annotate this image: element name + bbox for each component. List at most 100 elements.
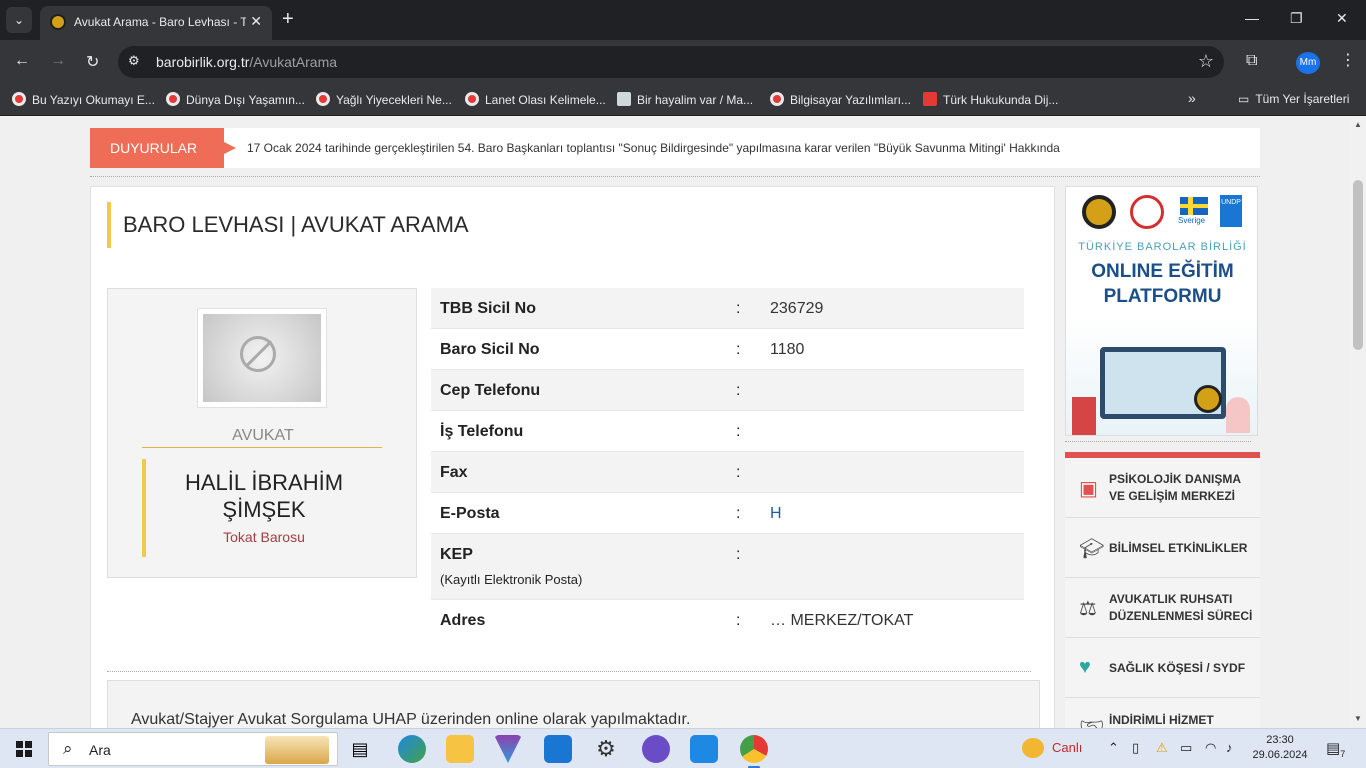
site-info-icon[interactable]: ⚙ xyxy=(128,53,140,69)
row-label: İş Telefonu xyxy=(440,423,524,440)
bookmark-star-icon[interactable]: ☆ xyxy=(1198,51,1214,72)
meet-icon[interactable]: ▯ xyxy=(1132,740,1139,756)
row-colon: : xyxy=(736,382,741,399)
role-label: AVUKAT xyxy=(232,427,294,444)
search-icon: ⌕ xyxy=(63,739,73,758)
task-view-icon[interactable]: ▤ xyxy=(346,735,374,763)
mail-icon[interactable] xyxy=(544,735,572,763)
online-education-banner[interactable]: Sverige UNDP TÜRKİYE BAROLAR BİRLİĞİ ONL… xyxy=(1065,186,1258,436)
row-sublabel: (Kayıtlı Elektronik Posta) xyxy=(440,572,583,587)
bookmark-item[interactable]: Dünya Dışı Yaşamın... xyxy=(166,92,305,107)
scrollbar-thumb[interactable] xyxy=(1353,180,1363,350)
side-menu-label: BİLİMSEL ETKİNLİKLER xyxy=(1109,540,1248,555)
messenger-icon[interactable] xyxy=(642,735,670,763)
scales-icon: ⚖ xyxy=(1079,598,1097,620)
tab-close-icon[interactable]: ✕ xyxy=(250,13,262,30)
bookmark-item[interactable]: Türk Hukukunda Dij... xyxy=(923,92,1058,107)
side-menu-item-scientific-events[interactable]: 🎓︎ BİLİMSEL ETKİNLİKLER xyxy=(1065,518,1260,578)
announcement-label: DUYURULAR xyxy=(90,128,236,168)
row-colon: : xyxy=(736,464,741,481)
wifi-icon[interactable]: ◠ xyxy=(1205,740,1216,756)
handshake-icon: 🤝︎ xyxy=(1079,716,1104,728)
books-icon xyxy=(1072,397,1096,435)
bookmark-item[interactable]: Bilgisayar Yazılımları... xyxy=(770,92,911,107)
banner-title: ONLINE EĞİTİM PLATFORMU xyxy=(1091,261,1234,307)
banner-illustration xyxy=(1066,317,1257,435)
lawyer-name: HALİL İBRAHİM ŞİMŞEK xyxy=(184,470,344,522)
bookmark-favicon-icon xyxy=(617,92,631,106)
reload-button[interactable]: ↻ xyxy=(86,52,99,72)
back-button[interactable]: ← xyxy=(14,52,30,70)
scroll-up-icon[interactable]: ▲ xyxy=(1354,120,1362,129)
vscode-icon[interactable] xyxy=(690,735,718,763)
weather-text[interactable]: Canlı xyxy=(1052,740,1082,755)
chrome-icon[interactable] xyxy=(740,735,768,768)
email-link[interactable]: H xyxy=(770,505,782,523)
url-text[interactable]: barobirlik.org.tr/AvukatArama xyxy=(156,54,337,70)
side-menu-label: AVUKATLIK RUHSATI DÜZENLENMESİ SÜRECİ xyxy=(1109,592,1253,623)
side-menu-item-psychology[interactable]: ▣ PSİKOLOJİK DANIŞMA VE GELİŞİM MERKEZİ xyxy=(1065,458,1260,518)
taskbar-search[interactable]: ⌕ Ara xyxy=(48,732,338,766)
info-table: TBB Sicil No : 236729 Baro Sicil No : 11… xyxy=(431,288,1024,641)
app-icon[interactable] xyxy=(494,735,522,763)
row-colon: : xyxy=(736,546,741,563)
heart-pulse-icon: ♥ xyxy=(1079,656,1091,678)
volume-icon[interactable]: ♪ xyxy=(1226,740,1233,755)
side-menu-item-discount[interactable]: 🤝︎ İNDİRİMLİ HİZMET xyxy=(1065,698,1260,728)
table-row: Baro Sicil No : 1180 xyxy=(431,329,1024,370)
notification-icon[interactable]: ▤7 xyxy=(1326,739,1345,759)
profile-avatar[interactable]: Mm xyxy=(1296,52,1320,74)
announcement-text[interactable]: 17 Ocak 2024 tarihinde gerçekleştirilen … xyxy=(247,141,1060,155)
new-tab-button[interactable]: + xyxy=(282,8,294,31)
settings-gear-icon[interactable]: ⚙ xyxy=(592,735,620,763)
divider xyxy=(90,176,1260,177)
address-bar[interactable]: ⚙ barobirlik.org.tr/AvukatArama ☆ xyxy=(118,46,1224,78)
seal-icon xyxy=(1194,385,1222,413)
edge-icon[interactable] xyxy=(398,735,426,763)
baro-favicon-icon xyxy=(50,14,66,30)
more-bookmarks-icon[interactable]: » xyxy=(1188,90,1196,106)
ministry-logo-icon xyxy=(1130,195,1164,229)
table-row: TBB Sicil No : 236729 xyxy=(431,288,1024,329)
bookmark-item[interactable]: Lanet Olası Kelimele... xyxy=(465,92,606,107)
announcement-bar: DUYURULAR 17 Ocak 2024 tarihinde gerçekl… xyxy=(90,128,1260,168)
forward-button[interactable]: → xyxy=(50,52,66,70)
extensions-icon[interactable]: ⧉ xyxy=(1246,52,1257,70)
bookmark-item[interactable]: Bir hayalim var / Ma... xyxy=(617,92,753,107)
windows-taskbar: ⌕ Ara ▤ ⚙ Canlı ⌃ ▯ ⚠ ▭ ◠ ♪ 23:30 29.06.… xyxy=(0,728,1366,768)
all-bookmarks-folder[interactable]: ▭ Tüm Yer İşaretleri xyxy=(1238,92,1349,106)
row-label: Baro Sicil No xyxy=(440,341,540,358)
minimize-button[interactable]: — xyxy=(1245,10,1259,26)
window-close-button[interactable]: ✕ xyxy=(1336,10,1348,27)
file-explorer-icon[interactable] xyxy=(446,735,474,763)
security-icon[interactable]: ⚠ xyxy=(1156,740,1168,756)
tab-search-button[interactable]: ⌄ xyxy=(6,7,32,33)
plant-icon xyxy=(1226,397,1250,433)
side-menu-item-health[interactable]: ♥ SAĞLIK KÖŞESİ / SYDF xyxy=(1065,638,1260,698)
divider xyxy=(1065,441,1251,442)
profile-photo xyxy=(197,308,327,408)
bar-association: Tokat Barosu xyxy=(223,529,305,545)
browser-menu-icon[interactable]: ⋮ xyxy=(1340,50,1356,70)
bookmark-item[interactable]: Bu Yazıyı Okumayı E... xyxy=(12,92,155,107)
bookmark-favicon-icon xyxy=(465,92,479,106)
battery-icon[interactable]: ▭ xyxy=(1180,740,1192,756)
row-colon: : xyxy=(736,505,741,522)
side-menu-label: SAĞLIK KÖŞESİ / SYDF xyxy=(1109,660,1246,675)
scroll-down-icon[interactable]: ▼ xyxy=(1354,714,1362,723)
sweden-flag-icon xyxy=(1180,197,1208,215)
tray-chevron-icon[interactable]: ⌃ xyxy=(1108,740,1119,756)
side-menu-item-license[interactable]: ⚖ AVUKATLIK RUHSATI DÜZENLENMESİ SÜRECİ xyxy=(1065,578,1260,638)
browser-tab[interactable]: Avukat Arama - Baro Levhası - T ✕ xyxy=(40,6,272,40)
table-row: Adres : … MERKEZ/TOKAT xyxy=(431,600,1024,641)
row-label: TBB Sicil No xyxy=(440,300,537,317)
tab-title: Avukat Arama - Baro Levhası - T xyxy=(74,15,246,29)
page-scrollbar[interactable]: ▲ ▼ xyxy=(1350,116,1366,728)
bookmark-item[interactable]: Yağlı Yiyecekleri Ne... xyxy=(316,92,452,107)
row-label: Cep Telefonu xyxy=(440,382,541,399)
restore-button[interactable]: ❐ xyxy=(1290,10,1303,27)
weather-icon[interactable] xyxy=(1022,738,1044,758)
graduation-cap-icon: 🎓︎ xyxy=(1079,538,1105,560)
system-clock[interactable]: 23:30 29.06.2024 xyxy=(1252,733,1308,763)
windows-start-icon[interactable] xyxy=(16,741,32,757)
